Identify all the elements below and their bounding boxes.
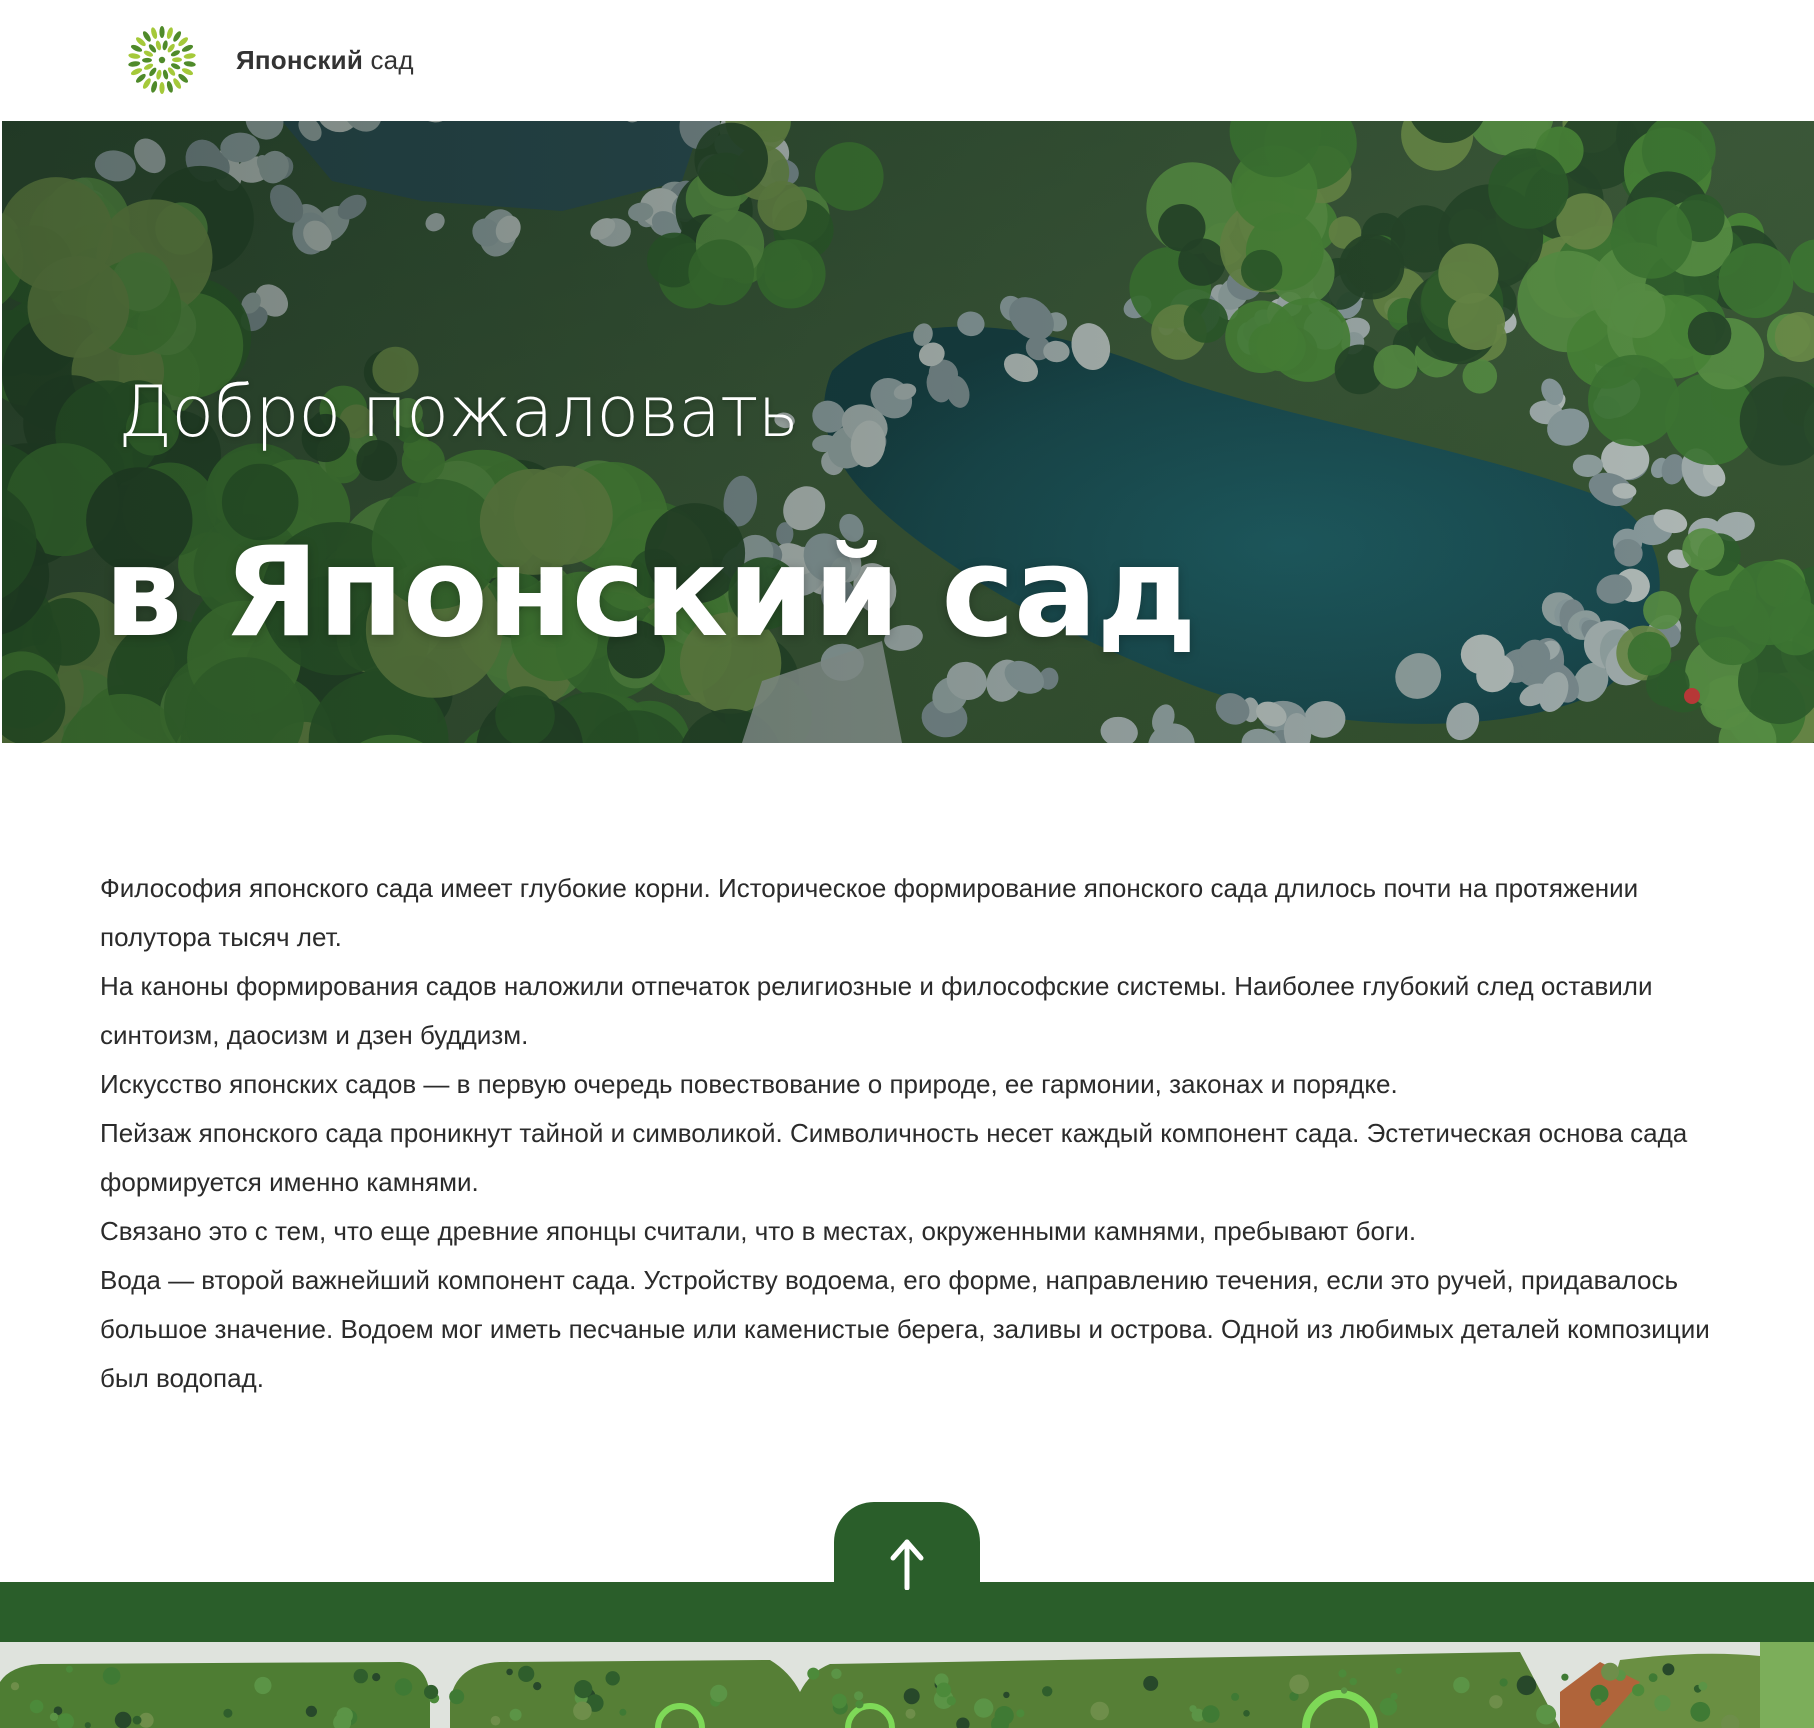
brand-name-bold: Японский <box>236 44 364 75</box>
brand-name: Японский сад <box>236 45 414 76</box>
brand-name-light: сад <box>363 44 414 75</box>
article-paragraph: Связано это с тем, что еще древние японц… <box>100 1216 1417 1246</box>
article-paragraph: На каноны формирования садов наложили от… <box>100 971 1653 1050</box>
article-paragraph: Вода — второй важнейший компонент сада. … <box>100 1265 1710 1393</box>
garden-map-preview <box>0 1642 1814 1728</box>
hero-title: в Японский сад <box>104 521 1197 665</box>
hero-kicker: Добро пожаловать <box>118 371 799 453</box>
garden-map-image <box>0 1642 1814 1728</box>
green-leaf-burst-icon <box>128 26 196 94</box>
site-header: Японский сад <box>0 0 1814 120</box>
article-paragraph: Искусство японских садов — в первую очер… <box>100 1069 1398 1099</box>
logo-link[interactable]: Японский сад <box>122 20 414 100</box>
article-paragraph: Пейзаж японского сада проникнут тайной и… <box>100 1118 1688 1197</box>
arrow-up-icon <box>890 1539 924 1590</box>
article-body: Философия японского сада имеет глубокие … <box>100 864 1740 1403</box>
hero-banner: Добро пожаловать в Японский сад <box>2 121 1814 743</box>
scroll-to-top-button[interactable] <box>834 1502 980 1604</box>
article-paragraph: Философия японского сада имеет глубокие … <box>100 873 1639 952</box>
